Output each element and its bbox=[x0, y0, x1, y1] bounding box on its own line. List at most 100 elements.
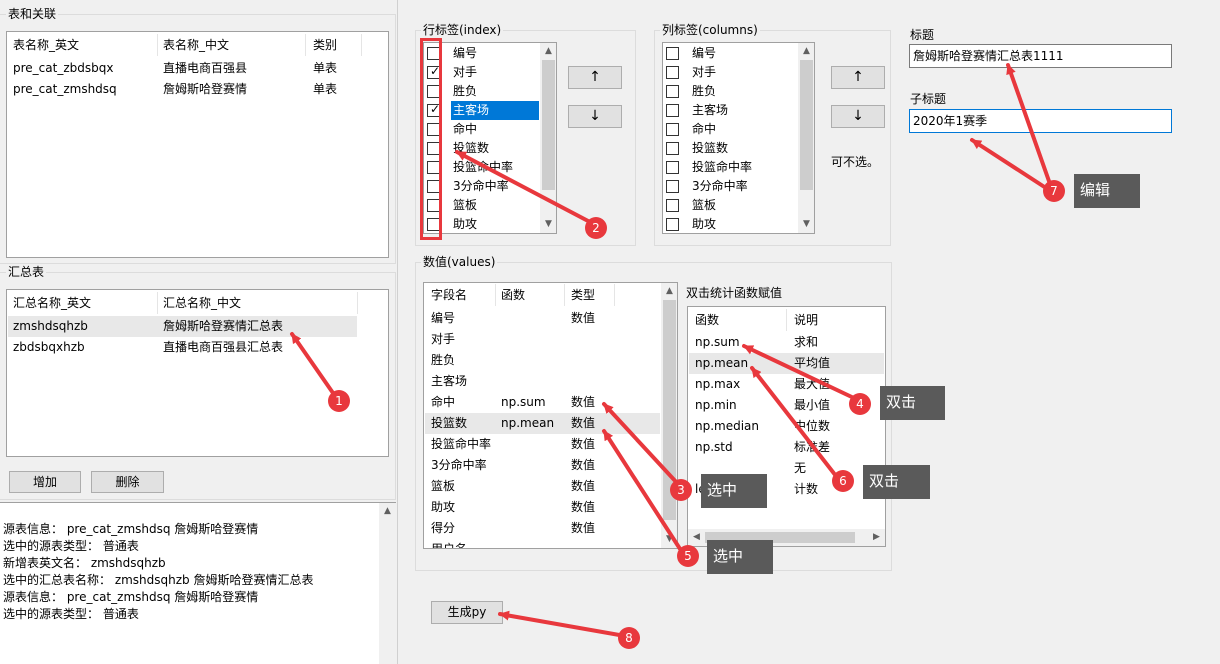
scroll-down-icon[interactable]: ▼ bbox=[798, 216, 814, 233]
scroll-up-icon[interactable]: ▲ bbox=[798, 43, 814, 60]
col-header-table-cn[interactable]: 表名称_中文 bbox=[163, 33, 229, 57]
log-scrollbar[interactable]: ▲ bbox=[379, 503, 396, 664]
list-item[interactable]: 主客场 bbox=[663, 101, 778, 120]
col-header-func[interactable]: 函数 bbox=[501, 283, 525, 307]
func-desc-cell: 求和 bbox=[794, 335, 819, 349]
log-line: 选中的源表类型： 普通表 bbox=[3, 607, 139, 621]
list-item[interactable]: 助攻 bbox=[663, 215, 778, 233]
list-item[interactable]: 篮板 bbox=[663, 196, 778, 215]
values-listview[interactable]: 用户名 得分 数值 助攻 数值 篮板 数值 3分命中率 数值 投篮命中率 数值 投篮数 np.mean 数… bbox=[423, 282, 678, 549]
tables-list[interactable]: 表名称_英文 表名称_中文 类别 pre_cat_zbdsbqx 直播电商百强县… bbox=[6, 31, 389, 258]
columns-down-button[interactable]: ↓ bbox=[831, 105, 885, 128]
values-scrollbar[interactable]: ▲ ▼ bbox=[661, 283, 677, 548]
value-field-cell: 主客场 bbox=[431, 374, 468, 388]
tables-group-label: 表和关联 bbox=[6, 7, 59, 21]
func-name-cell: np.median bbox=[695, 419, 760, 433]
col-header-table-en[interactable]: 表名称_英文 bbox=[13, 33, 79, 57]
col-header-summary-en[interactable]: 汇总名称_英文 bbox=[13, 291, 91, 315]
list-item[interactable]: 对手 bbox=[663, 63, 778, 82]
log-line: 新增表英文名： zmshdsqhzb bbox=[3, 556, 166, 570]
summary-group-label: 汇总表 bbox=[6, 265, 47, 279]
scroll-up-icon[interactable]: ▲ bbox=[661, 283, 677, 300]
scroll-left-icon[interactable]: ◀ bbox=[688, 529, 705, 546]
checkbox[interactable] bbox=[666, 142, 679, 155]
scroll-up-icon[interactable]: ▲ bbox=[379, 503, 396, 520]
checkbox[interactable] bbox=[666, 199, 679, 212]
columns-up-button[interactable]: ↑ bbox=[831, 66, 885, 89]
table-row[interactable]: 3分命中率 数值 bbox=[425, 455, 660, 476]
checkbox[interactable] bbox=[666, 104, 679, 117]
scroll-down-icon[interactable]: ▼ bbox=[540, 216, 556, 233]
list-item[interactable]: 编号 bbox=[663, 44, 778, 63]
log-line: 选中的源表类型： 普通表 bbox=[3, 539, 139, 553]
scroll-up-icon[interactable]: ▲ bbox=[540, 43, 556, 60]
list-item-label: 助攻 bbox=[692, 217, 717, 231]
col-header-field[interactable]: 字段名 bbox=[431, 283, 467, 307]
title-input[interactable]: 詹姆斯哈登赛情汇总表1111 bbox=[909, 44, 1172, 68]
table-row[interactable]: 助攻 数值 bbox=[425, 497, 660, 518]
table-row[interactable]: 对手 bbox=[425, 329, 660, 350]
annotation-badge-2: 2 bbox=[585, 217, 607, 239]
table-row[interactable]: 用户名 bbox=[425, 539, 660, 548]
scroll-right-icon[interactable]: ▶ bbox=[868, 529, 885, 546]
col-header-type[interactable]: 类型 bbox=[571, 283, 595, 307]
table-row[interactable]: 编号 数值 bbox=[425, 308, 660, 329]
table-row[interactable]: 命中 np.sum 数值 bbox=[425, 392, 660, 413]
table-row[interactable]: np.median 中位数 bbox=[689, 416, 884, 437]
table-row[interactable]: np.sum 求和 bbox=[689, 332, 884, 353]
subtitle-input[interactable]: 2020年1赛季 bbox=[909, 109, 1172, 133]
checkbox[interactable] bbox=[666, 66, 679, 79]
add-button[interactable]: 增加 bbox=[9, 471, 81, 493]
table-row[interactable]: np.mean 平均值 bbox=[689, 353, 884, 374]
table-cell-en: pre_cat_zmshdsq bbox=[13, 82, 117, 96]
list-item-label: 3分命中率 bbox=[692, 179, 748, 193]
table-row[interactable]: np.std 标准差 bbox=[689, 437, 884, 458]
list-item[interactable]: 命中 bbox=[663, 120, 778, 139]
index-down-button[interactable]: ↓ bbox=[568, 105, 622, 128]
col-header-table-type[interactable]: 类别 bbox=[313, 33, 337, 57]
scroll-down-icon[interactable]: ▼ bbox=[661, 531, 677, 548]
list-item[interactable]: 投篮命中率 bbox=[663, 158, 778, 177]
col-header-description[interactable]: 说明 bbox=[794, 308, 818, 332]
checkbox[interactable] bbox=[666, 47, 679, 60]
log-textarea[interactable]: 源表信息： pre_cat_zmshdsq 詹姆斯哈登赛情 选中的源表类型： 普… bbox=[0, 502, 396, 664]
table-cell-cn: 詹姆斯哈登赛情 bbox=[163, 82, 248, 96]
checkbox[interactable] bbox=[666, 161, 679, 174]
checkbox[interactable] bbox=[666, 218, 679, 231]
index-group-label: 行标签(index) bbox=[421, 23, 504, 37]
list-item-label: 助攻 bbox=[453, 217, 478, 231]
list-item[interactable]: 3分命中率 bbox=[663, 177, 778, 196]
value-func-cell: np.mean bbox=[501, 416, 555, 430]
columns-scrollbar[interactable]: ▲ ▼ bbox=[798, 43, 814, 233]
scroll-thumb[interactable] bbox=[542, 60, 555, 190]
list-item[interactable]: 胜负 bbox=[663, 82, 778, 101]
func-desc-cell: 中位数 bbox=[794, 419, 831, 433]
table-row[interactable]: 得分 数值 bbox=[425, 518, 660, 539]
index-scrollbar[interactable]: ▲ ▼ bbox=[540, 43, 556, 233]
table-row[interactable]: 篮板 数值 bbox=[425, 476, 660, 497]
table-row[interactable]: 主客场 bbox=[425, 371, 660, 392]
table-row[interactable]: np.max 最大值 bbox=[689, 374, 884, 395]
list-item[interactable]: 投篮数 bbox=[663, 139, 778, 158]
value-field-cell: 3分命中率 bbox=[431, 458, 487, 472]
checkbox[interactable] bbox=[666, 123, 679, 136]
annotation-tip-4: 双击 bbox=[880, 386, 945, 420]
funcs-listview[interactable]: len计数无np.std标准差np.median中位数np.min最小值np.m… bbox=[687, 306, 886, 547]
checkbox[interactable] bbox=[666, 180, 679, 193]
checkbox[interactable] bbox=[666, 85, 679, 98]
columns-listbox[interactable]: 助攻 篮板 3分命中率 投篮命中率 投篮数 命中 主客场 胜负 对手 编号 ▲ ▼ bbox=[662, 42, 815, 234]
col-header-summary-cn[interactable]: 汇总名称_中文 bbox=[163, 291, 241, 315]
subtitle-label: 子标题 bbox=[910, 92, 947, 106]
scroll-thumb[interactable] bbox=[800, 60, 813, 190]
table-row[interactable]: 投篮命中率 数值 bbox=[425, 434, 660, 455]
table-row[interactable]: 投篮数 np.mean 数值 bbox=[425, 413, 660, 434]
index-up-button[interactable]: ↑ bbox=[568, 66, 622, 89]
value-type-cell: 数值 bbox=[571, 311, 596, 325]
table-row[interactable]: 胜负 bbox=[425, 350, 660, 371]
col-header-function[interactable]: 函数 bbox=[695, 308, 719, 332]
annotation-badge-6: 6 bbox=[832, 470, 854, 492]
index-listbox[interactable]: 助攻 篮板 3分命中率 投篮命中率 投篮数 命中 ✓ 主客场 胜负 ✓ 对手 编号 ▲ ▼ bbox=[423, 42, 557, 234]
delete-button[interactable]: 删除 bbox=[91, 471, 164, 493]
generate-py-button[interactable]: 生成py bbox=[431, 601, 503, 624]
summary-list[interactable]: 汇总名称_英文 汇总名称_中文 zmshdsqhzb 詹姆斯哈登赛情汇总表 zb… bbox=[6, 289, 389, 457]
